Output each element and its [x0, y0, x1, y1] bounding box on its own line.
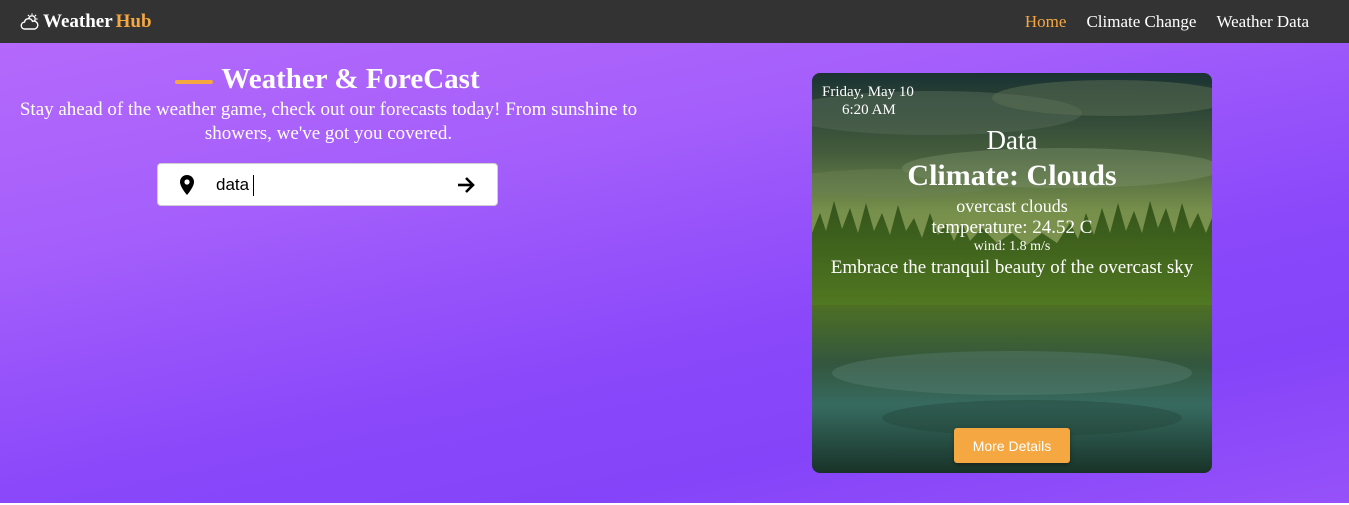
- arrow-right-icon[interactable]: [456, 175, 476, 195]
- card-climate: Climate: Clouds: [907, 159, 1117, 192]
- nav-link-climate-change[interactable]: Climate Change: [1086, 12, 1196, 32]
- card-content: Data Climate: Clouds overcast clouds tem…: [812, 123, 1212, 279]
- hero: Weather & ForeCast Stay ahead of the wea…: [0, 43, 655, 146]
- sun-cloud-icon: [20, 13, 39, 30]
- card-description: overcast clouds: [956, 196, 1068, 216]
- brand-name-main: Weather: [43, 10, 113, 32]
- title-accent-bar: [175, 79, 214, 84]
- card-tagline: Embrace the tranquil beauty of the overc…: [830, 257, 1194, 278]
- search-box[interactable]: [157, 163, 498, 206]
- card-date: Friday, May 10: [822, 84, 914, 100]
- navbar: Weather Hub Home Climate Change Weather D…: [0, 0, 1349, 43]
- card-heading: Data: [986, 125, 1038, 155]
- nav-link-weather-data[interactable]: Weather Data: [1216, 12, 1309, 32]
- more-details-button[interactable]: More Details: [954, 428, 1070, 463]
- weather-card: Friday, May 10 6:20 AM Data Climate: Clo…: [812, 73, 1212, 473]
- main-section: Weather & ForeCast Stay ahead of the wea…: [0, 43, 1349, 503]
- page-title: Weather & ForeCast: [0, 63, 655, 96]
- card-time: 6:20 AM: [842, 102, 896, 118]
- card-wind: wind: 1.8 m/s: [973, 239, 1051, 254]
- brand-logo[interactable]: Weather Hub: [20, 11, 152, 33]
- card-temperature: temperature: 24.52 C: [931, 217, 1093, 238]
- nav-links: Home Climate Change Weather Data: [1025, 12, 1309, 32]
- text-caret: [253, 175, 254, 196]
- map-pin-icon: [180, 175, 194, 195]
- search-input[interactable]: [216, 172, 446, 198]
- page-title-text: Weather & ForeCast: [221, 63, 480, 95]
- brand-name-accent: Hub: [115, 10, 152, 32]
- nav-link-home[interactable]: Home: [1025, 12, 1067, 32]
- page-subtitle: Stay ahead of the weather game, check ou…: [19, 99, 638, 144]
